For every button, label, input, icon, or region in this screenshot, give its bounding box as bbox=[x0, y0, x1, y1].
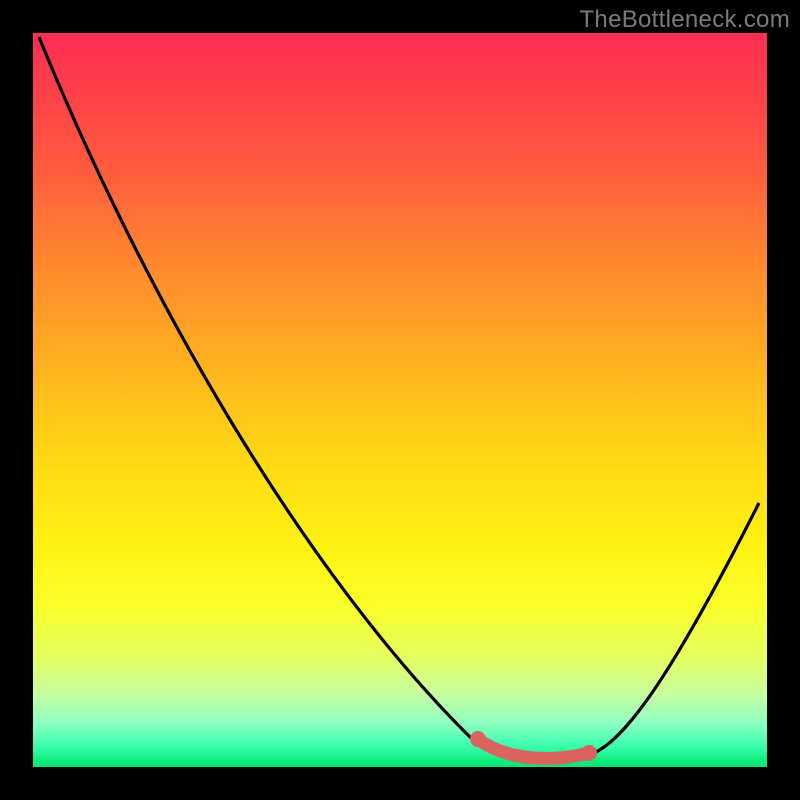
bottleneck-curve bbox=[33, 33, 767, 767]
optimal-zone-start-dot bbox=[470, 731, 486, 747]
optimal-zone-highlight bbox=[478, 739, 589, 758]
watermark-label: TheBottleneck.com bbox=[579, 6, 790, 34]
chart-container: TheBottleneck.com bbox=[0, 0, 800, 800]
response-curve bbox=[39, 37, 759, 760]
optimal-zone-end-dot bbox=[581, 745, 597, 761]
